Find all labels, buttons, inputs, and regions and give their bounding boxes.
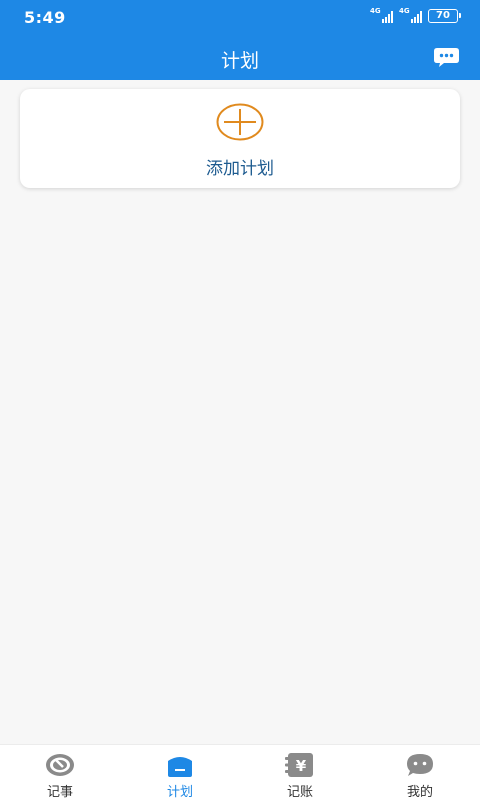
add-plan-card[interactable]: 添加计划	[20, 89, 460, 188]
nav-item-plan[interactable]: 计划	[120, 745, 240, 800]
network-type-2: 4G	[399, 7, 410, 15]
notebook-icon	[46, 754, 74, 776]
status-indicators: 4G 4G 70	[370, 7, 461, 23]
nav-item-me[interactable]: 我的	[360, 745, 480, 800]
nav-item-ledger[interactable]: ¥ 记账	[240, 745, 360, 800]
nav-item-notes[interactable]: 记事	[0, 745, 120, 800]
battery-level: 70	[436, 10, 450, 21]
signal-icon: 4G	[370, 7, 393, 23]
plan-icon	[168, 757, 192, 777]
add-plan-label[interactable]: 添加计划	[20, 154, 460, 179]
status-time: 5:49	[24, 8, 66, 27]
ledger-yen-icon: ¥	[285, 753, 313, 777]
profile-face-icon	[407, 754, 433, 776]
nav-label: 我的	[406, 785, 433, 800]
app-screen: 5:49 4G 4G 70 计划 添加计划 记事 计划 ¥ 记账 我的	[0, 0, 480, 800]
app-header: 计划	[0, 36, 480, 80]
nav-label: 记账	[286, 785, 313, 800]
signal-icon: 4G	[399, 7, 422, 23]
nav-label: 计划	[166, 785, 193, 800]
bottom-nav: 记事 计划 ¥ 记账 我的	[0, 744, 480, 800]
chat-bubble-icon[interactable]	[433, 47, 460, 69]
status-bar: 5:49 4G 4G 70	[0, 0, 480, 36]
nav-label: 记事	[46, 785, 73, 800]
page-title: 计划	[220, 50, 259, 72]
battery-icon: 70	[428, 9, 461, 23]
svg-text:¥: ¥	[296, 757, 307, 775]
network-type-1: 4G	[370, 7, 381, 15]
plus-circle-icon[interactable]	[216, 103, 264, 141]
